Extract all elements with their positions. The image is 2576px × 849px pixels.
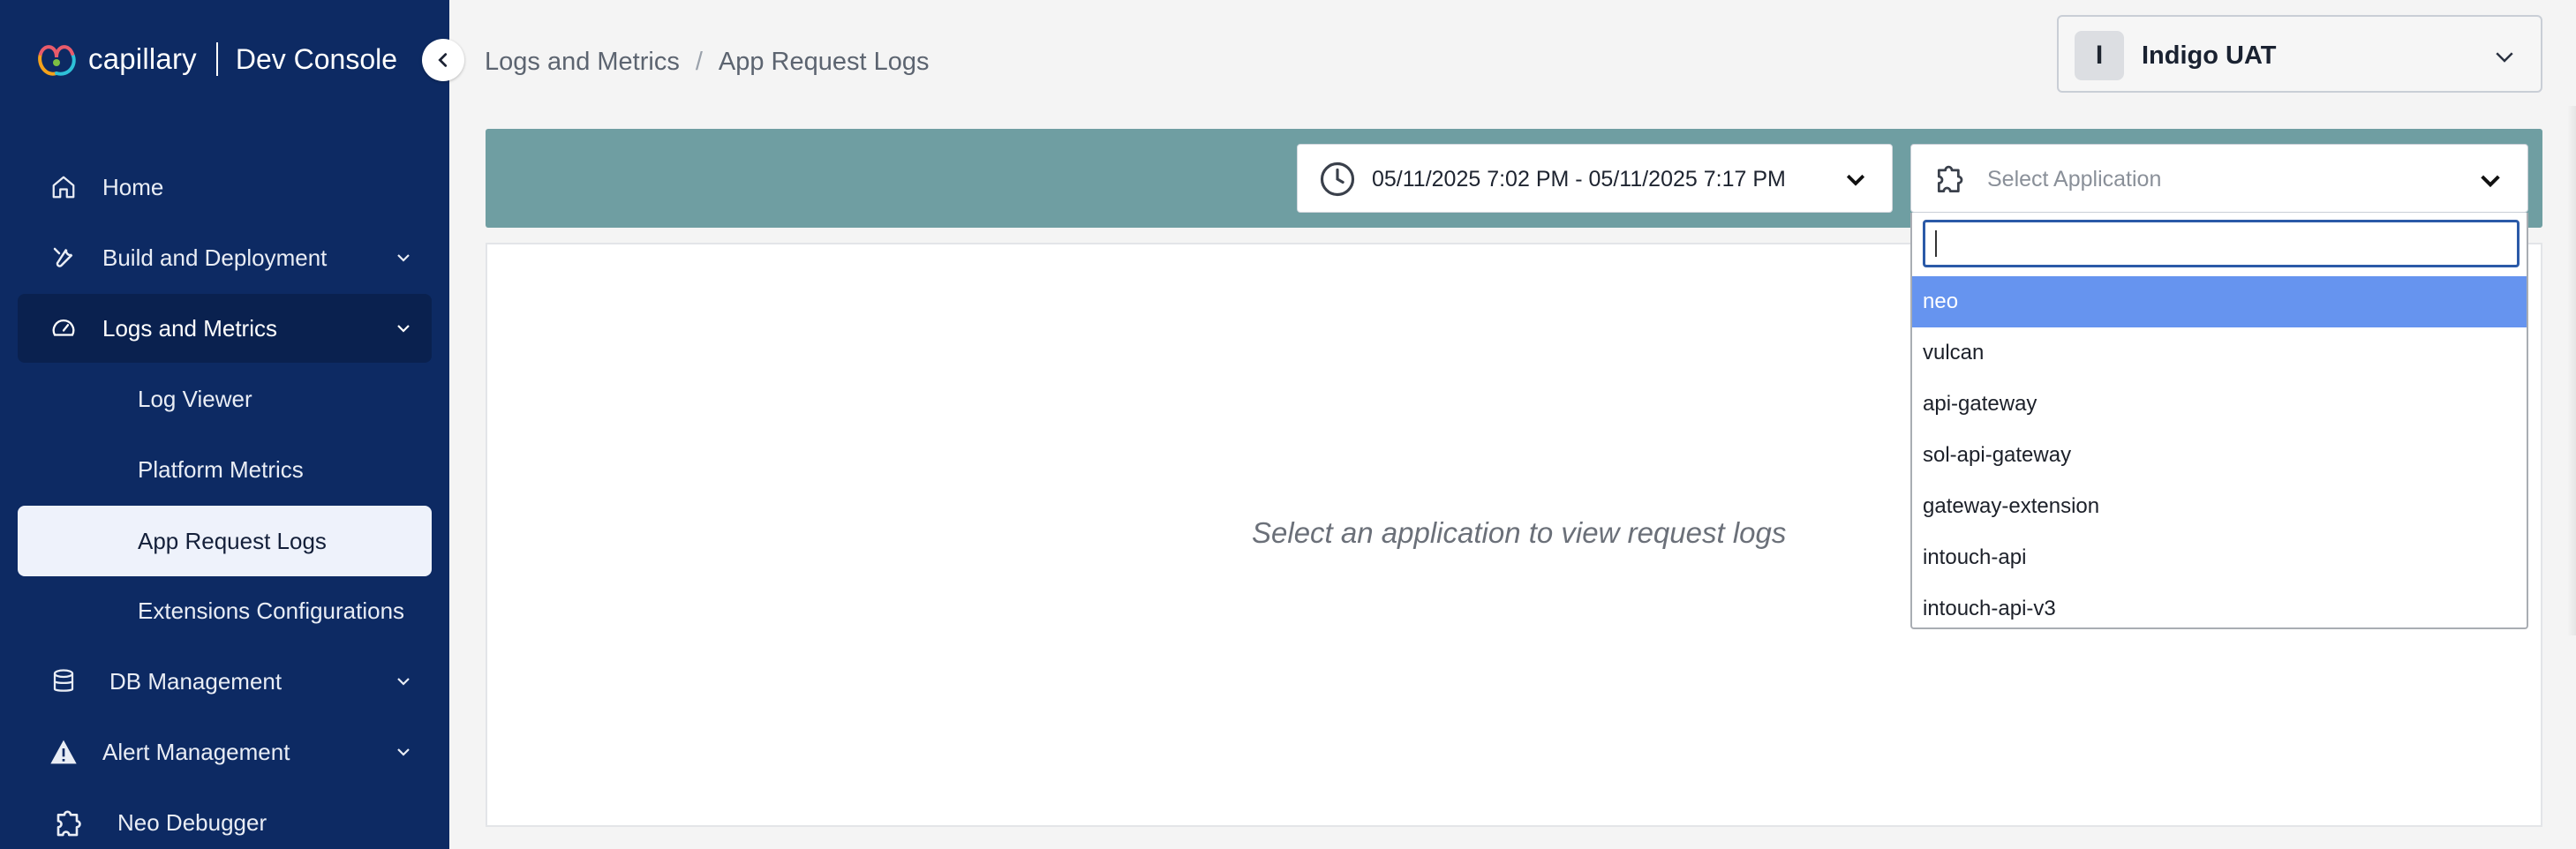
org-name: Indigo UAT [2142,41,2277,70]
sidebar-item-logs-and-metrics[interactable]: Logs and Metrics [18,294,432,363]
sidebar-subitem-extensions-configurations[interactable]: Extensions Configurations [18,576,432,645]
clock-icon [1320,162,1355,197]
gauge-icon [48,312,79,344]
wrench-icon [48,242,79,274]
chevron-down-icon [397,254,410,262]
breadcrumb: Logs and Metrics / App Request Logs [485,48,930,77]
application-option-gateway-extension[interactable]: gateway-extension [1912,481,2527,532]
sidebar-item-label: Log Viewer [138,385,252,412]
sidebar-item-label: Platform Metrics [138,455,304,483]
application-search-input[interactable] [1923,220,2520,267]
sidebar-item-db-management[interactable]: DB Management [18,647,432,716]
breadcrumb-separator: / [695,48,703,76]
home-icon [48,171,79,203]
sidebar-item-build-and-deployment[interactable]: Build and Deployment [18,223,432,292]
capillary-logo-icon [38,45,76,76]
product-name: Dev Console [235,42,398,75]
database-icon [48,665,79,697]
chevron-down-icon [2481,175,2500,188]
page-scroll-edge [2567,106,2576,635]
puzzle-icon [1937,165,1963,193]
sidebar-collapse-button[interactable] [422,39,464,81]
chevron-left-icon [438,53,448,67]
date-range-value: 05/11/2025 7:02 PM - 05/11/2025 7:17 PM [1372,167,1786,192]
puzzle-icon [51,803,90,842]
breadcrumb-parent-link[interactable]: Logs and Metrics [485,48,680,77]
chevron-down-icon [1846,174,1865,186]
sidebar: capillary Dev Console Home Build and Dep… [0,0,449,849]
sidebar-item-label: Build and Deployment [102,244,328,271]
application-option-vulcan[interactable]: vulcan [1912,327,2527,379]
application-option-intouch-api-v3[interactable]: intouch-api-v3 [1912,583,2527,627]
application-select-placeholder: Select Application [1987,167,2162,192]
brand-name: capillary [88,42,197,75]
sidebar-item-label: Neo Debugger [117,808,267,836]
sidebar-subitem-app-request-logs[interactable]: App Request Logs [18,506,432,576]
brand-logo[interactable]: capillary Dev Console [34,37,397,81]
brand-divider [215,42,218,76]
sidebar-item-label: App Request Logs [138,527,327,554]
sidebar-item-label: Home [102,173,164,200]
org-select[interactable]: I Indigo UAT [2057,15,2542,93]
sidebar-item-alert-management[interactable]: Alert Management [18,718,432,786]
sidebar-item-label: Alert Management [102,738,290,765]
sidebar-item-home[interactable]: Home [18,153,432,222]
sidebar-item-label: Extensions Configurations [138,597,405,624]
sidebar-subitem-log-viewer[interactable]: Log Viewer [18,364,432,433]
chevron-down-icon [397,748,410,756]
sidebar-item-neo-debugger[interactable]: Neo Debugger [18,788,432,849]
empty-state-message: Select an application to view request lo… [1252,516,1787,549]
breadcrumb-current: App Request Logs [718,48,930,76]
application-option-api-gateway[interactable]: api-gateway [1912,379,2527,430]
warning-icon [48,736,79,768]
sidebar-subitem-platform-metrics[interactable]: Platform Metrics [18,435,432,504]
application-select[interactable]: Select Application [1910,144,2528,213]
application-dropdown: neo vulcan api-gateway sol-api-gateway g… [1910,213,2528,629]
application-option-intouch-api[interactable]: intouch-api [1912,532,2527,583]
chevron-down-icon [397,678,410,686]
chevron-down-icon [2496,52,2513,63]
chevron-down-icon [397,325,410,333]
sidebar-item-label: Logs and Metrics [102,314,277,342]
sidebar-item-label: DB Management [109,667,282,695]
org-avatar: I [2075,31,2124,80]
date-range-picker[interactable]: 05/11/2025 7:02 PM - 05/11/2025 7:17 PM [1297,144,1893,213]
text-cursor [1935,230,1937,257]
application-option-neo[interactable]: neo [1912,276,2527,327]
application-option-sol-api-gateway[interactable]: sol-api-gateway [1912,430,2527,481]
application-option-list: neo vulcan api-gateway sol-api-gateway g… [1912,276,2527,627]
